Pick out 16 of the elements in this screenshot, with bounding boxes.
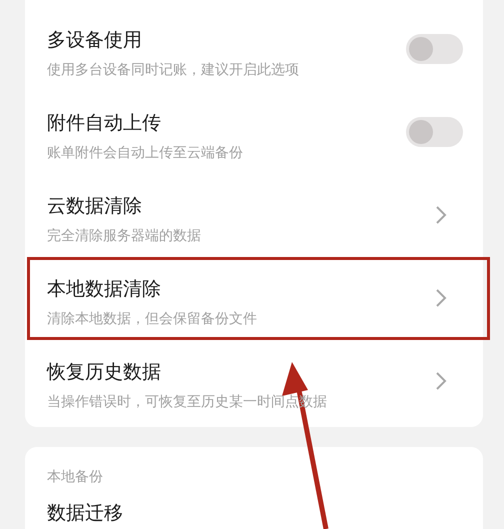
setting-title: 云数据清除: [47, 194, 143, 218]
setting-description: 账单附件会自动上传至云端备份: [47, 144, 244, 163]
section-header: 本地备份: [46, 468, 104, 487]
chevron-right-icon: [435, 205, 447, 225]
toggle-switch[interactable]: [406, 117, 463, 147]
chevron-right-icon: [435, 288, 447, 308]
setting-title: 本地数据清除: [47, 277, 162, 301]
setting-description: 完全清除服务器端的数据: [47, 227, 202, 246]
chevron-right-icon: [435, 371, 447, 391]
setting-title: 恢复历史数据: [47, 360, 162, 384]
setting-description: 使用多台设备同时记账，建议开启此选项: [47, 61, 300, 80]
setting-description: 清除本地数据，但会保留备份文件: [47, 310, 258, 329]
toggle-switch[interactable]: [406, 34, 463, 64]
setting-title: 附件自动上传: [47, 111, 162, 135]
setting-title: 多设备使用: [47, 28, 143, 52]
setting-title[interactable]: 数据迁移: [25, 487, 483, 525]
